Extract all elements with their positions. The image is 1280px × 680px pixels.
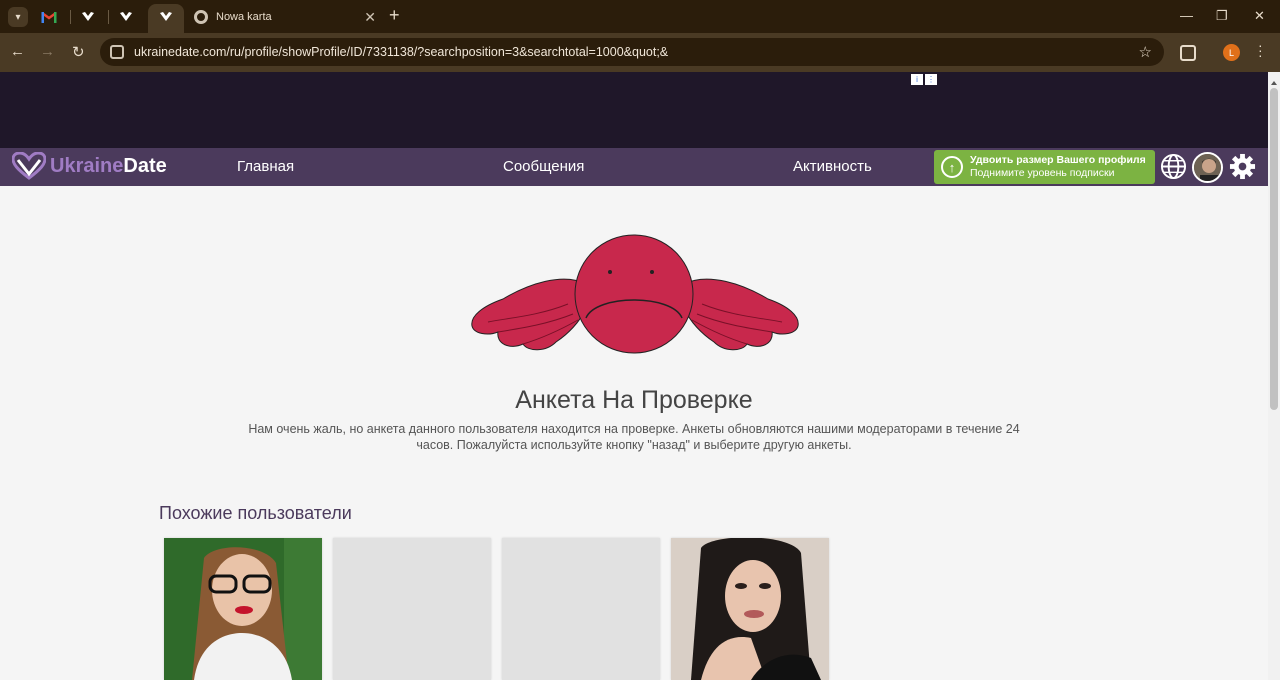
tab-ukrainedate-2[interactable] bbox=[115, 6, 137, 28]
ad-choices[interactable]: i ⋮ bbox=[911, 74, 937, 85]
extensions-icon[interactable] bbox=[1180, 45, 1196, 61]
bookmark-star-icon[interactable]: ☆ bbox=[1139, 43, 1152, 61]
user-photo bbox=[164, 538, 322, 680]
globe-icon[interactable] bbox=[1160, 153, 1187, 180]
restore-icon[interactable]: ❐ bbox=[1216, 8, 1228, 24]
page-title: Анкета На Проверке bbox=[515, 386, 753, 414]
similar-user-card[interactable] bbox=[502, 538, 660, 680]
upgrade-line1: Удвоить размер Вашего профиля bbox=[970, 154, 1146, 166]
arrow-up-icon: ↑ bbox=[941, 156, 963, 178]
moderation-message: Нам очень жаль, но анкета данного пользо… bbox=[248, 422, 1020, 452]
logo-text-date: Date bbox=[123, 154, 167, 177]
forward-icon[interactable]: → bbox=[40, 43, 55, 60]
page-scrollbar[interactable] bbox=[1268, 72, 1280, 680]
ad-banner: i ⋮ bbox=[0, 72, 1268, 148]
browser-menu-icon[interactable]: · · · bbox=[1258, 38, 1263, 62]
tab-separator bbox=[108, 10, 109, 24]
url-text[interactable]: ukrainedate.com/ru/profile/showProfile/I… bbox=[134, 45, 1139, 59]
tab-separator bbox=[70, 10, 71, 24]
tab-new-tab[interactable]: Nowa karta ✕ bbox=[186, 6, 382, 28]
gear-icon[interactable] bbox=[1229, 153, 1256, 180]
minimize-icon[interactable]: — bbox=[1180, 8, 1193, 23]
upgrade-button[interactable]: ↑ Удвоить размер Вашего профиля Поднимит… bbox=[934, 150, 1155, 184]
ukrainedate-icon bbox=[160, 12, 172, 21]
heart-logo-icon bbox=[12, 152, 46, 180]
ukrainedate-icon bbox=[82, 12, 94, 21]
nav-activity[interactable]: Активность bbox=[793, 158, 872, 175]
scroll-up-icon[interactable] bbox=[1271, 81, 1277, 85]
tab-gmail[interactable] bbox=[38, 6, 60, 28]
browser-tab-bar: ▾ Nowa karta ✕ + — ❐ ✕ bbox=[0, 0, 1280, 33]
close-window-icon[interactable]: ✕ bbox=[1254, 8, 1265, 24]
nav-messages[interactable]: Сообщения bbox=[503, 158, 584, 175]
site-info-icon[interactable] bbox=[110, 45, 124, 59]
upgrade-line2: Поднимите уровень подписки bbox=[970, 167, 1115, 179]
similar-users-heading: Похожие пользователи bbox=[159, 503, 352, 523]
similar-user-card[interactable] bbox=[333, 538, 491, 680]
chrome-icon bbox=[194, 10, 208, 24]
sad-angel-mascot-icon bbox=[471, 234, 799, 354]
user-avatar[interactable] bbox=[1192, 152, 1223, 183]
browser-toolbar: ← → ↻ ukrainedate.com/ru/profile/showPro… bbox=[0, 33, 1280, 72]
address-bar[interactable]: ukrainedate.com/ru/profile/showProfile/I… bbox=[100, 38, 1164, 66]
site-navbar: Ukraine Date Главная Сообщения Активность… bbox=[0, 148, 1268, 186]
ukrainedate-icon bbox=[120, 12, 132, 21]
avatar-photo bbox=[1194, 154, 1221, 181]
ad-menu-icon[interactable]: ⋮ bbox=[925, 74, 937, 85]
tab-ukrainedate-3[interactable] bbox=[155, 6, 177, 28]
tab-search-icon[interactable]: ▾ bbox=[8, 7, 28, 27]
info-icon[interactable]: i bbox=[911, 74, 923, 85]
similar-user-card[interactable] bbox=[671, 538, 829, 680]
reload-icon[interactable]: ↻ bbox=[72, 43, 85, 61]
user-photo bbox=[671, 538, 829, 680]
site-logo[interactable]: Ukraine Date bbox=[12, 152, 167, 180]
tab-label: Nowa karta bbox=[216, 11, 272, 23]
profile-avatar[interactable]: L bbox=[1223, 44, 1240, 61]
close-tab-icon[interactable]: ✕ bbox=[364, 9, 376, 26]
nav-home[interactable]: Главная bbox=[237, 158, 294, 175]
scrollbar-thumb[interactable] bbox=[1270, 88, 1278, 410]
new-tab-button[interactable]: + bbox=[389, 5, 400, 26]
similar-user-card[interactable] bbox=[164, 538, 322, 680]
logo-text-ukraine: Ukraine bbox=[50, 154, 124, 177]
back-icon[interactable]: ← bbox=[10, 43, 25, 60]
gmail-icon bbox=[41, 11, 57, 23]
tab-ukrainedate-1[interactable] bbox=[77, 6, 99, 28]
main-content: Анкета На Проверке Нам очень жаль, но ан… bbox=[0, 186, 1268, 680]
